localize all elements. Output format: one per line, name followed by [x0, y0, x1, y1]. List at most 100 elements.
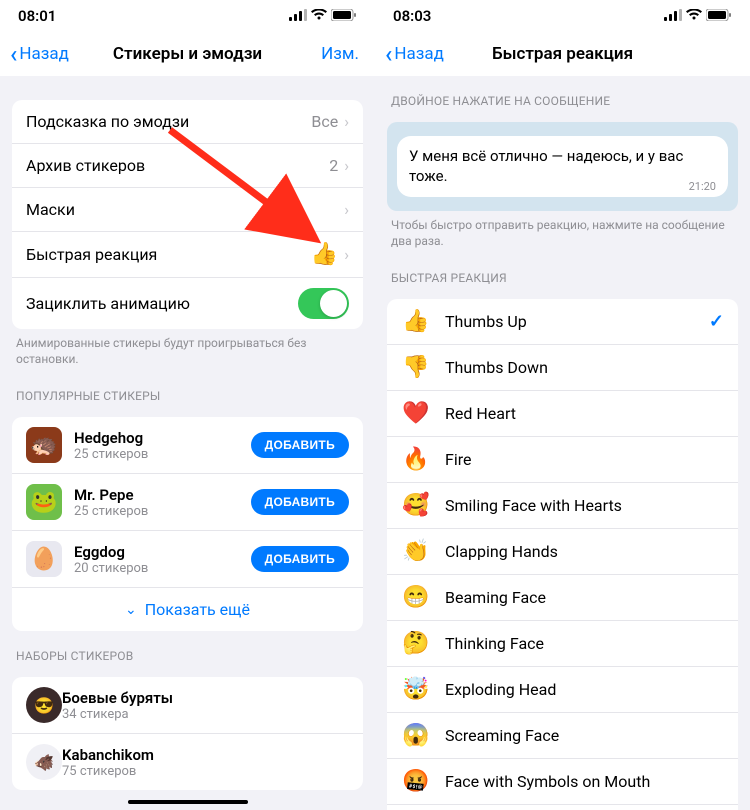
sticker-pack-row[interactable]: 🥚 Eggdog 20 стикеров ДОБАВИТЬ: [12, 531, 363, 588]
sets-header: НАБОРЫ СТИКЕРОВ: [0, 631, 375, 669]
reaction-row[interactable]: 😱 Screaming Face: [387, 713, 738, 759]
reaction-row[interactable]: 🔥 Fire: [387, 437, 738, 483]
reaction-row[interactable]: 👎 Thumbs Down: [387, 345, 738, 391]
settings-row-1[interactable]: Архив стикеров2›: [12, 144, 363, 188]
reaction-row[interactable]: 😁 Beaming Face: [387, 575, 738, 621]
sticker-pack-icon: 🦔: [26, 427, 62, 463]
reaction-emoji-icon: 🤯: [401, 677, 431, 702]
reaction-emoji-icon: 🥰: [401, 493, 431, 518]
chevron-left-icon: ‹: [385, 40, 392, 68]
sticker-pack-count: 25 стикеров: [74, 504, 251, 519]
signal-icon: [289, 7, 307, 25]
settings-row-0[interactable]: Подсказка по эмодзиВсе›: [12, 100, 363, 144]
sticker-set-name: Kabanchikom: [62, 746, 349, 764]
reaction-emoji-icon: ❤️: [401, 401, 431, 426]
settings-group: Подсказка по эмодзиВсе›Архив стикеров2›М…: [12, 100, 363, 329]
chevron-down-icon: ⌄: [125, 602, 137, 618]
chevron-left-icon: ‹: [10, 40, 17, 68]
reaction-emoji-icon: 🔥: [401, 447, 431, 472]
reaction-label: Thinking Face: [445, 634, 724, 653]
sticker-set-row[interactable]: 🐗 Kabanchikom 75 стикеров: [12, 734, 363, 790]
settings-row-2[interactable]: Маски›: [12, 188, 363, 232]
reaction-row[interactable]: 🥰 Smiling Face with Hearts: [387, 483, 738, 529]
add-sticker-button[interactable]: ДОБАВИТЬ: [251, 432, 349, 458]
sticker-set-info: Kabanchikom 75 стикеров: [62, 746, 349, 779]
signal-icon: [664, 7, 682, 25]
reaction-row[interactable]: 🤔 Thinking Face: [387, 621, 738, 667]
add-sticker-button[interactable]: ДОБАВИТЬ: [251, 546, 349, 572]
sticker-set-row[interactable]: 😎 Боевые буряты 34 стикера: [12, 677, 363, 734]
row-value: 2: [329, 156, 338, 175]
reaction-emoji-icon: 👎: [401, 355, 431, 380]
row-label: Быстрая реакция: [26, 245, 311, 264]
reaction-emoji-icon: 👏: [401, 539, 431, 564]
sticker-pack-row[interactable]: 🦔 Hedgehog 25 стикеров ДОБАВИТЬ: [12, 417, 363, 474]
bubble-time: 21:20: [689, 180, 716, 195]
battery-icon: [331, 7, 357, 25]
reaction-emoji-icon: 🤔: [401, 631, 431, 656]
edit-button[interactable]: Изм.: [321, 44, 365, 64]
sticker-pack-name: Mr. Pepe: [74, 486, 251, 504]
status-bar: 08:01: [0, 0, 375, 32]
status-icons: [664, 7, 732, 25]
reactions-group: 👍 Thumbs Up ✓ 👎 Thumbs Down ❤️ Red Heart…: [387, 299, 738, 810]
add-sticker-button[interactable]: ДОБАВИТЬ: [251, 489, 349, 515]
status-icons: [289, 7, 357, 25]
reaction-emoji-icon: 🤬: [401, 769, 431, 794]
settings-row-3[interactable]: Быстрая реакция👍›: [12, 232, 363, 278]
sticker-pack-name: Hedgehog: [74, 429, 251, 447]
sticker-pack-count: 20 стикеров: [74, 561, 251, 576]
sticker-set-icon: 🐗: [26, 744, 62, 780]
reaction-label: Red Heart: [445, 404, 724, 423]
sticker-pack-info: Hedgehog 25 стикеров: [74, 429, 251, 462]
content-left: Подсказка по эмодзиВсе›Архив стикеров2›М…: [0, 76, 375, 810]
message-preview: У меня всё отлично — надеюсь, и у вас то…: [387, 122, 738, 211]
reaction-row[interactable]: 👏 Clapping Hands: [387, 529, 738, 575]
sticker-pack-row[interactable]: 🐸 Mr. Pepe 25 стикеров ДОБАВИТЬ: [12, 474, 363, 531]
sticker-pack-icon: 🐸: [26, 484, 62, 520]
reaction-row[interactable]: ❤️ Red Heart: [387, 391, 738, 437]
sticker-set-count: 75 стикеров: [62, 764, 349, 779]
reaction-row[interactable]: 🤯 Exploding Head: [387, 667, 738, 713]
reaction-label: Thumbs Down: [445, 358, 724, 377]
row-label: Подсказка по эмодзи: [26, 112, 311, 131]
sticker-pack-count: 25 стикеров: [74, 447, 251, 462]
bubble-text: У меня всё отлично — надеюсь, и у вас то…: [409, 147, 683, 185]
chevron-right-icon: ›: [344, 200, 349, 219]
show-more-button[interactable]: ⌄Показать ещё: [12, 588, 363, 631]
back-button[interactable]: ‹ Назад: [10, 40, 69, 68]
message-bubble[interactable]: У меня всё отлично — надеюсь, и у вас то…: [397, 136, 728, 197]
reaction-row[interactable]: 👍 Thumbs Up ✓: [387, 299, 738, 345]
popular-header: ПОПУЛЯРНЫЕ СТИКЕРЫ: [0, 371, 375, 409]
reaction-emoji-icon: 😱: [401, 723, 431, 748]
phone-right: 08:03 ‹ Назад Быстрая реакция ДВОЙНОЕ НА…: [375, 0, 750, 810]
reaction-label: Clapping Hands: [445, 542, 724, 561]
sticker-pack-name: Eggdog: [74, 543, 251, 561]
reaction-emoji-icon: 👍: [401, 309, 431, 334]
back-label: Назад: [394, 44, 444, 64]
row-label: Зациклить анимацию: [26, 294, 298, 313]
sticker-set-icon: 😎: [26, 687, 62, 723]
sets-group: 😎 Боевые буряты 34 стикера 🐗 Kabanchikom…: [12, 677, 363, 790]
reaction-row[interactable]: 😢 Crying Face: [387, 805, 738, 810]
status-time: 08:03: [393, 7, 431, 25]
reaction-emoji-icon: 😁: [401, 585, 431, 610]
content-right: ДВОЙНОЕ НАЖАТИЕ НА СООБЩЕНИЕ У меня всё …: [375, 76, 750, 810]
back-label: Назад: [19, 44, 69, 64]
reaction-label: Exploding Head: [445, 680, 724, 699]
double-tap-footer: Чтобы быстро отправить реакцию, нажмите …: [375, 211, 750, 253]
back-button[interactable]: ‹ Назад: [385, 40, 444, 68]
page-title: Быстрая реакция: [492, 44, 633, 64]
reaction-row[interactable]: 🤬 Face with Symbols on Mouth: [387, 759, 738, 805]
row-label: Маски: [26, 200, 344, 219]
checkmark-icon: ✓: [709, 311, 724, 332]
toggle-switch[interactable]: [298, 288, 349, 319]
reactions-header: БЫСТРАЯ РЕАКЦИЯ: [375, 253, 750, 291]
status-bar: 08:03: [375, 0, 750, 32]
chevron-right-icon: ›: [344, 245, 349, 264]
wifi-icon: [311, 7, 327, 25]
sticker-pack-icon: 🥚: [26, 541, 62, 577]
settings-row-4[interactable]: Зациклить анимацию: [12, 278, 363, 329]
chevron-right-icon: ›: [344, 156, 349, 175]
nav-bar: ‹ Назад Быстрая реакция: [375, 32, 750, 76]
